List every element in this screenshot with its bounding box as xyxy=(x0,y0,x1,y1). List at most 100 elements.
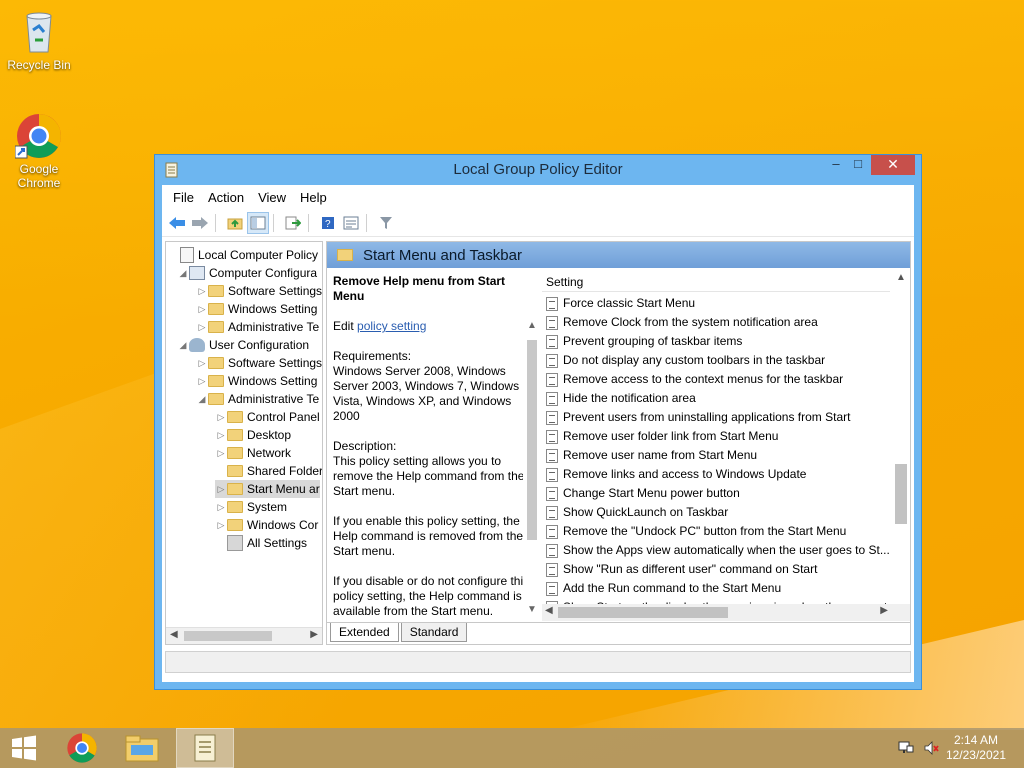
setting-row[interactable]: Show QuickLaunch on Taskbar xyxy=(546,503,728,522)
scroll-down-arrow-icon[interactable]: ▼ xyxy=(527,604,537,615)
tree-item-label: Computer Configura xyxy=(209,266,318,280)
tree-item[interactable]: ▷ Windows Setting xyxy=(196,372,318,390)
up-folder-icon[interactable] xyxy=(224,212,246,234)
expand-arrow-icon[interactable]: ▷ xyxy=(215,408,227,426)
svg-text:?: ? xyxy=(325,219,331,230)
start-button[interactable] xyxy=(0,728,48,768)
expand-arrow-icon[interactable]: ▷ xyxy=(215,444,227,462)
scroll-right-arrow-icon[interactable]: ▶ xyxy=(310,629,318,640)
collapse-arrow-icon[interactable]: ◢ xyxy=(177,264,189,282)
tree-item[interactable]: ▷ Software Settings xyxy=(196,282,322,300)
back-icon[interactable] xyxy=(166,212,188,234)
setting-row[interactable]: Remove user name from Start Menu xyxy=(546,446,757,465)
setting-row[interactable]: Remove Clock from the system notificatio… xyxy=(546,313,818,332)
menu-help[interactable]: Help xyxy=(293,190,334,205)
tree-item[interactable]: ◢ User Configuration xyxy=(177,336,309,354)
setting-row[interactable]: Remove access to the context menus for t… xyxy=(546,370,843,389)
tree-item[interactable]: ▷ Windows Setting xyxy=(196,300,318,318)
scroll-up-arrow-icon[interactable]: ▲ xyxy=(896,272,906,283)
policy-setting-icon xyxy=(546,429,558,444)
collapse-arrow-icon[interactable]: ◢ xyxy=(196,390,208,408)
taskbar-chrome[interactable] xyxy=(54,728,110,768)
folder-icon xyxy=(208,285,224,297)
scroll-right-arrow-icon[interactable]: ▶ xyxy=(880,605,888,616)
expand-arrow-icon[interactable]: ▷ xyxy=(215,516,227,534)
policy-setting-link[interactable]: policy setting xyxy=(357,319,426,333)
setting-row[interactable]: Change Start Menu power button xyxy=(546,484,740,503)
title-bar[interactable]: Local Group Policy Editor – □ ✕ xyxy=(155,155,921,185)
column-header-setting[interactable]: Setting xyxy=(542,268,890,292)
description-scroll-thumb[interactable] xyxy=(527,340,537,540)
setting-row[interactable]: Prevent grouping of taskbar items xyxy=(546,332,742,351)
tree-item[interactable]: ◢ Computer Configura xyxy=(177,264,317,282)
expand-arrow-icon[interactable]: ▷ xyxy=(215,498,227,516)
expand-arrow-icon[interactable]: ▷ xyxy=(196,300,208,318)
expand-arrow-icon[interactable]: ▷ xyxy=(196,318,208,336)
network-icon[interactable] xyxy=(898,741,914,755)
folder-icon xyxy=(208,321,224,333)
scroll-up-arrow-icon[interactable]: ▲ xyxy=(527,320,537,331)
tree-item[interactable]: ▷ Network xyxy=(215,444,291,462)
setting-row[interactable]: Add the Run command to the Start Menu xyxy=(546,579,781,598)
tree-item[interactable]: Local Computer Policy xyxy=(168,246,318,264)
scroll-left-arrow-icon[interactable]: ◀ xyxy=(545,605,553,616)
setting-row[interactable]: Prevent users from uninstalling applicat… xyxy=(546,408,850,427)
menu-view[interactable]: View xyxy=(251,190,293,205)
tree-item[interactable]: ◢ Administrative Te xyxy=(196,390,320,408)
setting-row[interactable]: Remove the "Undock PC" button from the S… xyxy=(546,522,846,541)
scroll-left-arrow-icon[interactable]: ◀ xyxy=(170,629,178,640)
menu-action[interactable]: Action xyxy=(201,190,251,205)
collapse-arrow-icon[interactable]: ◢ xyxy=(177,336,189,354)
expand-arrow-icon[interactable]: ▷ xyxy=(196,282,208,300)
tree-item[interactable]: All Settings xyxy=(215,534,307,552)
tab-standard[interactable]: Standard xyxy=(400,623,468,642)
tree-hscroll-thumb[interactable] xyxy=(184,631,272,641)
tree-item[interactable]: ▷ Start Menu ar xyxy=(215,480,320,498)
tree-item[interactable]: ▷ Desktop xyxy=(215,426,292,444)
tree-item[interactable]: ▷ Administrative Te xyxy=(196,318,320,336)
tree-item[interactable]: ▷ System xyxy=(215,498,287,516)
tree-horizontal-scrollbar[interactable]: ◀ ▶ xyxy=(166,627,322,644)
desktop-icon-recycle-bin[interactable]: Recycle Bin xyxy=(1,8,77,72)
help-icon[interactable]: ? xyxy=(317,212,339,234)
setting-label: Add the Run command to the Start Menu xyxy=(563,581,782,595)
tree-item[interactable]: ▷ Software Settings xyxy=(196,354,322,372)
forward-icon[interactable] xyxy=(189,212,211,234)
tree-item-label: Start Menu ar xyxy=(247,482,320,496)
setting-row[interactable]: Show the Apps view automatically when th… xyxy=(546,541,890,560)
tree-item[interactable]: ▷ Control Panel xyxy=(215,408,320,426)
export-list-icon[interactable] xyxy=(282,212,304,234)
maximize-button[interactable]: □ xyxy=(845,155,871,175)
taskbar-group-policy-editor[interactable] xyxy=(176,728,234,768)
setting-row[interactable]: Do not display any custom toolbars in th… xyxy=(546,351,825,370)
settings-hscroll-thumb[interactable] xyxy=(558,607,728,618)
setting-row[interactable]: Remove user folder link from Start Menu xyxy=(546,427,778,446)
menu-file[interactable]: File xyxy=(166,190,201,205)
close-button[interactable]: ✕ xyxy=(871,155,915,175)
show-hide-tree-icon[interactable] xyxy=(247,211,269,234)
expand-arrow-icon[interactable]: ▷ xyxy=(196,372,208,390)
setting-label: Remove access to the context menus for t… xyxy=(563,372,844,386)
settings-vertical-scrollbar[interactable]: ▲ ▼ xyxy=(891,268,910,623)
settings-scroll-thumb[interactable] xyxy=(895,464,907,524)
settings-horizontal-scrollbar[interactable]: ◀ ▶ xyxy=(542,604,910,621)
system-clock[interactable]: 2:14 AM 12/23/2021 xyxy=(946,733,1006,763)
tree-item[interactable]: Shared Folder xyxy=(215,462,322,480)
tree-item-label: Control Panel xyxy=(247,410,320,424)
description-scrollbar[interactable]: ▲ ▼ xyxy=(523,268,540,623)
folder-icon xyxy=(227,429,243,441)
expand-arrow-icon[interactable]: ▷ xyxy=(196,354,208,372)
volume-muted-icon[interactable] xyxy=(924,741,940,755)
setting-row[interactable]: Hide the notification area xyxy=(546,389,696,408)
filter-icon[interactable] xyxy=(375,212,397,234)
setting-row[interactable]: Remove links and access to Windows Updat… xyxy=(546,465,806,484)
properties-icon[interactable] xyxy=(340,212,362,234)
expand-arrow-icon[interactable]: ▷ xyxy=(215,426,227,444)
setting-row[interactable]: Show "Run as different user" command on … xyxy=(546,560,817,579)
taskbar-file-explorer[interactable] xyxy=(114,728,170,768)
expand-arrow-icon[interactable]: ▷ xyxy=(215,480,227,498)
setting-row[interactable]: Force classic Start Menu xyxy=(546,294,695,313)
desktop-icon-google-chrome[interactable]: Google Chrome xyxy=(1,112,77,190)
tree-item[interactable]: ▷ Windows Cor xyxy=(215,516,319,534)
tab-extended[interactable]: Extended xyxy=(330,623,399,642)
